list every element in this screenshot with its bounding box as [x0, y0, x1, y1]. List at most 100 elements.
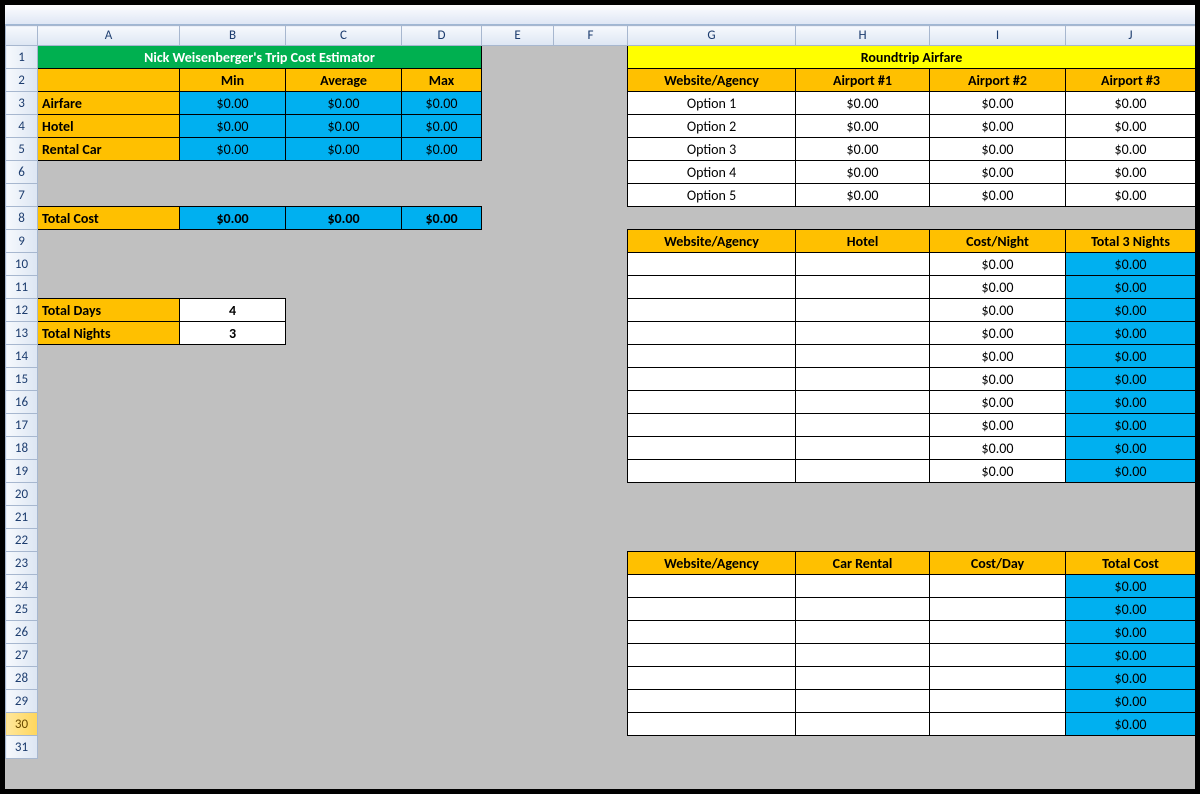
- cell-F23[interactable]: [554, 552, 628, 575]
- cell-B26[interactable]: [180, 621, 286, 644]
- cell-I12[interactable]: $0.00: [930, 299, 1066, 322]
- cell-D19[interactable]: [402, 460, 482, 483]
- cell-E3[interactable]: [482, 92, 554, 115]
- cell-B29[interactable]: [180, 690, 286, 713]
- cell-G2[interactable]: Website/Agency: [628, 69, 796, 92]
- cell-H29[interactable]: [796, 690, 930, 713]
- cell-B22[interactable]: [180, 529, 286, 552]
- cell-D28[interactable]: [402, 667, 482, 690]
- cell-J28[interactable]: $0.00: [1066, 667, 1196, 690]
- row-header-19[interactable]: 19: [6, 460, 38, 483]
- cell-E12[interactable]: [482, 299, 554, 322]
- row-header-31[interactable]: 31: [6, 736, 38, 759]
- row-header-3[interactable]: 3: [6, 92, 38, 115]
- cell-A29[interactable]: [38, 690, 180, 713]
- cell-C10[interactable]: [286, 253, 402, 276]
- cell-B13[interactable]: 3: [180, 322, 286, 345]
- cell-G24[interactable]: [628, 575, 796, 598]
- cell-D23[interactable]: [402, 552, 482, 575]
- cell-C15[interactable]: [286, 368, 402, 391]
- cell-B16[interactable]: [180, 391, 286, 414]
- cell-G8[interactable]: [628, 207, 796, 230]
- select-all-corner[interactable]: [6, 26, 38, 46]
- cell-B3[interactable]: $0.00: [180, 92, 286, 115]
- row-header-10[interactable]: 10: [6, 253, 38, 276]
- cell-I21[interactable]: [930, 506, 1066, 529]
- cell-I7[interactable]: $0.00: [930, 184, 1066, 207]
- cell-G1[interactable]: Roundtrip Airfare: [628, 46, 1196, 69]
- cell-E9[interactable]: [482, 230, 554, 253]
- row-header-27[interactable]: 27: [6, 644, 38, 667]
- cell-D22[interactable]: [402, 529, 482, 552]
- cell-D14[interactable]: [402, 345, 482, 368]
- cell-C8[interactable]: $0.00: [286, 207, 402, 230]
- row-header-13[interactable]: 13: [6, 322, 38, 345]
- cell-A24[interactable]: [38, 575, 180, 598]
- cell-E23[interactable]: [482, 552, 554, 575]
- cell-H18[interactable]: [796, 437, 930, 460]
- cell-A13[interactable]: Total Nights: [38, 322, 180, 345]
- cell-I31[interactable]: [930, 736, 1066, 759]
- cell-H15[interactable]: [796, 368, 930, 391]
- cell-I15[interactable]: $0.00: [930, 368, 1066, 391]
- cell-H21[interactable]: [796, 506, 930, 529]
- cell-J17[interactable]: $0.00: [1066, 414, 1196, 437]
- cell-A16[interactable]: [38, 391, 180, 414]
- cell-J26[interactable]: $0.00: [1066, 621, 1196, 644]
- cell-E18[interactable]: [482, 437, 554, 460]
- cell-G22[interactable]: [628, 529, 796, 552]
- cell-C6[interactable]: [286, 161, 402, 184]
- cell-F11[interactable]: [554, 276, 628, 299]
- cell-F24[interactable]: [554, 575, 628, 598]
- cell-I17[interactable]: $0.00: [930, 414, 1066, 437]
- cell-G14[interactable]: [628, 345, 796, 368]
- cell-C25[interactable]: [286, 598, 402, 621]
- cell-D20[interactable]: [402, 483, 482, 506]
- cell-A4[interactable]: Hotel: [38, 115, 180, 138]
- cell-J14[interactable]: $0.00: [1066, 345, 1196, 368]
- cell-E21[interactable]: [482, 506, 554, 529]
- cell-G9[interactable]: Website/Agency: [628, 230, 796, 253]
- cell-C23[interactable]: [286, 552, 402, 575]
- cell-G18[interactable]: [628, 437, 796, 460]
- cell-I18[interactable]: $0.00: [930, 437, 1066, 460]
- cell-H23[interactable]: Car Rental: [796, 552, 930, 575]
- cell-B28[interactable]: [180, 667, 286, 690]
- cell-D30[interactable]: [402, 713, 482, 736]
- cell-A26[interactable]: [38, 621, 180, 644]
- cell-F9[interactable]: [554, 230, 628, 253]
- cell-C16[interactable]: [286, 391, 402, 414]
- cell-F31[interactable]: [554, 736, 628, 759]
- col-header-B[interactable]: B: [180, 26, 286, 46]
- cell-I14[interactable]: $0.00: [930, 345, 1066, 368]
- cell-H12[interactable]: [796, 299, 930, 322]
- cell-A10[interactable]: [38, 253, 180, 276]
- cell-A2[interactable]: [38, 69, 180, 92]
- cell-G17[interactable]: [628, 414, 796, 437]
- cell-G13[interactable]: [628, 322, 796, 345]
- cell-F8[interactable]: [554, 207, 628, 230]
- cell-F14[interactable]: [554, 345, 628, 368]
- cell-J30[interactable]: $0.00: [1066, 713, 1196, 736]
- cell-G27[interactable]: [628, 644, 796, 667]
- cell-G12[interactable]: [628, 299, 796, 322]
- cell-D3[interactable]: $0.00: [402, 92, 482, 115]
- cell-J22[interactable]: [1066, 529, 1196, 552]
- cell-H9[interactable]: Hotel: [796, 230, 930, 253]
- cell-H10[interactable]: [796, 253, 930, 276]
- cell-D29[interactable]: [402, 690, 482, 713]
- cell-C21[interactable]: [286, 506, 402, 529]
- cell-A8[interactable]: Total Cost: [38, 207, 180, 230]
- cell-G3[interactable]: Option 1: [628, 92, 796, 115]
- cell-A27[interactable]: [38, 644, 180, 667]
- cell-I29[interactable]: [930, 690, 1066, 713]
- cell-J13[interactable]: $0.00: [1066, 322, 1196, 345]
- row-header-29[interactable]: 29: [6, 690, 38, 713]
- cell-G6[interactable]: Option 4: [628, 161, 796, 184]
- cell-A31[interactable]: [38, 736, 180, 759]
- cell-G4[interactable]: Option 2: [628, 115, 796, 138]
- cell-I23[interactable]: Cost/Day: [930, 552, 1066, 575]
- cell-G16[interactable]: [628, 391, 796, 414]
- cell-A21[interactable]: [38, 506, 180, 529]
- row-header-18[interactable]: 18: [6, 437, 38, 460]
